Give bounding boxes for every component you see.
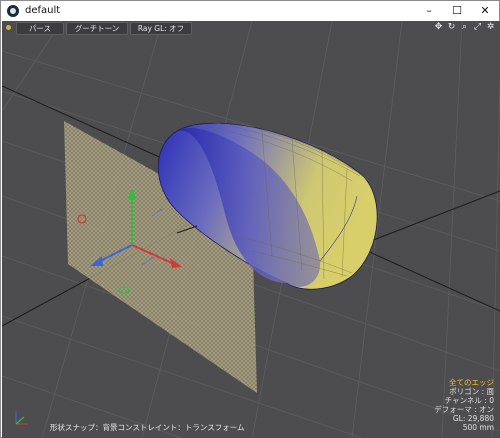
raygl-button[interactable]: Ray GL: オフ (130, 22, 192, 35)
3d-viewport[interactable]: パース グーチトーン Ray GL: オフ ✥ ↻ ⌕ ⤢ ✲ 全てのエッジ ポ… (2, 21, 500, 438)
grid-scale-info: 500 mm (462, 423, 494, 432)
app-logo-icon (7, 4, 19, 17)
scene-canvas[interactable] (2, 21, 500, 438)
deformer-info: デフォーマ : オン (434, 405, 494, 414)
settings-icon[interactable]: ✲ (485, 22, 496, 33)
close-button[interactable]: ✕ (471, 1, 499, 20)
channel-info: チャンネル : 0 (444, 396, 494, 405)
fit-view-icon[interactable]: ⤢ (472, 22, 483, 33)
selection-mode-label: 全てのエッジ (449, 378, 494, 387)
viewport-toolbar: パース グーチトーン Ray GL: オフ ✥ ↻ ⌕ ⤢ ✲ (2, 21, 500, 35)
shading-button[interactable]: グーチトーン (66, 22, 128, 35)
gl-count-info: GL: 29,880 (452, 414, 494, 423)
viewport-menu-icon[interactable] (6, 25, 11, 30)
polygon-info: ポリゴン : 面 (449, 387, 494, 396)
move-view-icon[interactable]: ✥ (433, 22, 444, 33)
window-title: default (25, 5, 61, 16)
minimize-button[interactable]: – (415, 1, 443, 20)
title-bar[interactable]: default – ☐ ✕ (1, 1, 499, 20)
zoom-view-icon[interactable]: ⌕ (459, 22, 470, 33)
snap-status-text: 形状スナップ：背景コンストレイント：トランスフォーム (50, 423, 245, 432)
perspective-button[interactable]: パース (16, 22, 64, 35)
app-window: default – ☐ ✕ パース グーチトーン Ray GL: オフ ✥ ↻ … (0, 0, 500, 438)
scene-info-panel: 全てのエッジ ポリゴン : 面 チャンネル : 0 デフォーマ : オン GL:… (434, 378, 494, 432)
orientation-axes-icon (15, 411, 28, 425)
maximize-button[interactable]: ☐ (443, 1, 471, 20)
rotate-view-icon[interactable]: ↻ (446, 22, 457, 33)
